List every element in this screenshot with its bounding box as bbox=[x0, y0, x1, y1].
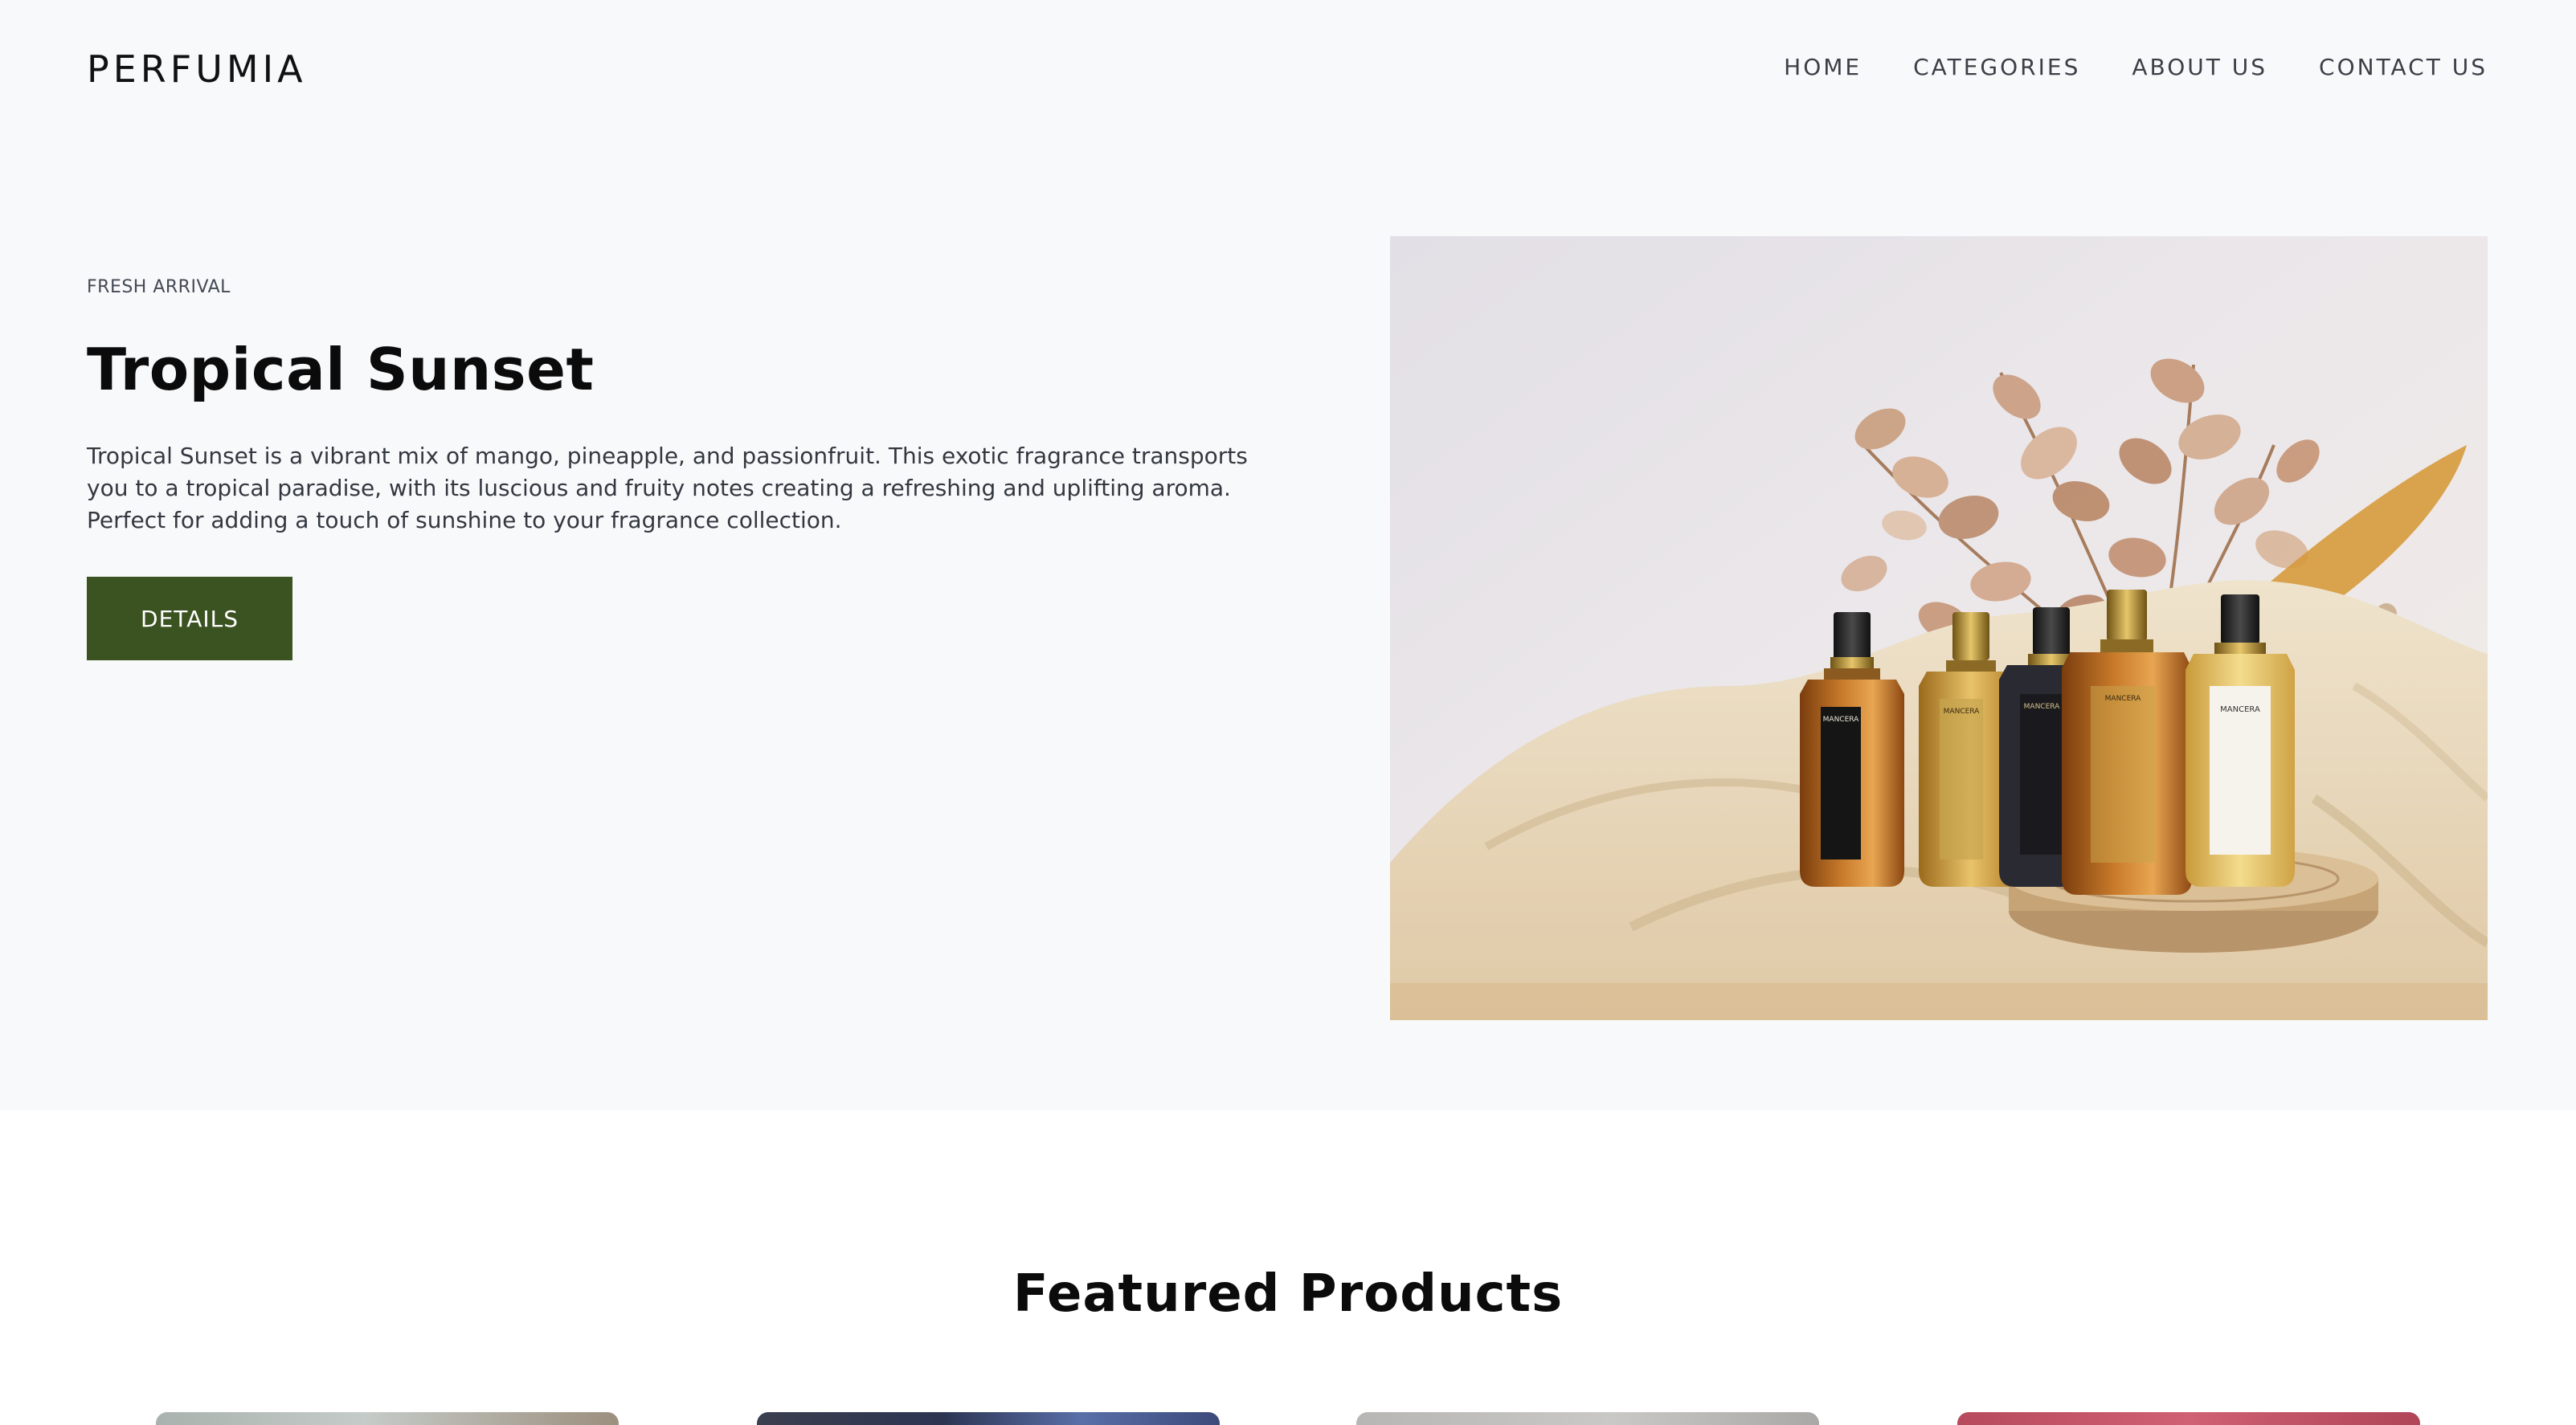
hero-eyebrow: FRESH ARRIVAL bbox=[87, 277, 231, 297]
main-nav: HOME CATEGORIES ABOUT US CONTACT US bbox=[1784, 51, 2488, 84]
nav-categories[interactable]: CATEGORIES bbox=[1913, 51, 2080, 84]
product-card[interactable] bbox=[156, 1412, 619, 1425]
featured-products-title: Featured Products bbox=[1012, 1264, 1564, 1324]
nav-home[interactable]: HOME bbox=[1784, 51, 1862, 84]
bottle-label-text: MANCERA bbox=[1823, 716, 1860, 724]
product-card[interactable] bbox=[757, 1412, 1220, 1425]
product-card[interactable] bbox=[1957, 1412, 2420, 1425]
bottle-label-text: MANCERA bbox=[1944, 708, 1981, 716]
hero-title: Tropical Sunset bbox=[87, 336, 595, 403]
bottle-label-text: MANCERA bbox=[2220, 705, 2260, 714]
nav-about-us[interactable]: ABOUT US bbox=[2132, 51, 2267, 84]
bottle-label-text: MANCERA bbox=[2024, 703, 2061, 711]
product-card[interactable] bbox=[1356, 1412, 1819, 1425]
hero-description: Tropical Sunset is a vibrant mix of mang… bbox=[87, 443, 1248, 533]
site-logo[interactable]: PERFUMIA bbox=[87, 47, 307, 92]
bottle-label-text: MANCERA bbox=[2105, 695, 2142, 703]
hero-product-image: MANCERA MANCERA MANCERA MANCERA MANCERA bbox=[1390, 236, 2488, 1020]
details-button[interactable]: DETAILS bbox=[87, 577, 292, 660]
nav-contact-us[interactable]: CONTACT US bbox=[2319, 51, 2488, 84]
page: PERFUMIA HOME CATEGORIES ABOUT US CONTAC… bbox=[0, 0, 2576, 1425]
